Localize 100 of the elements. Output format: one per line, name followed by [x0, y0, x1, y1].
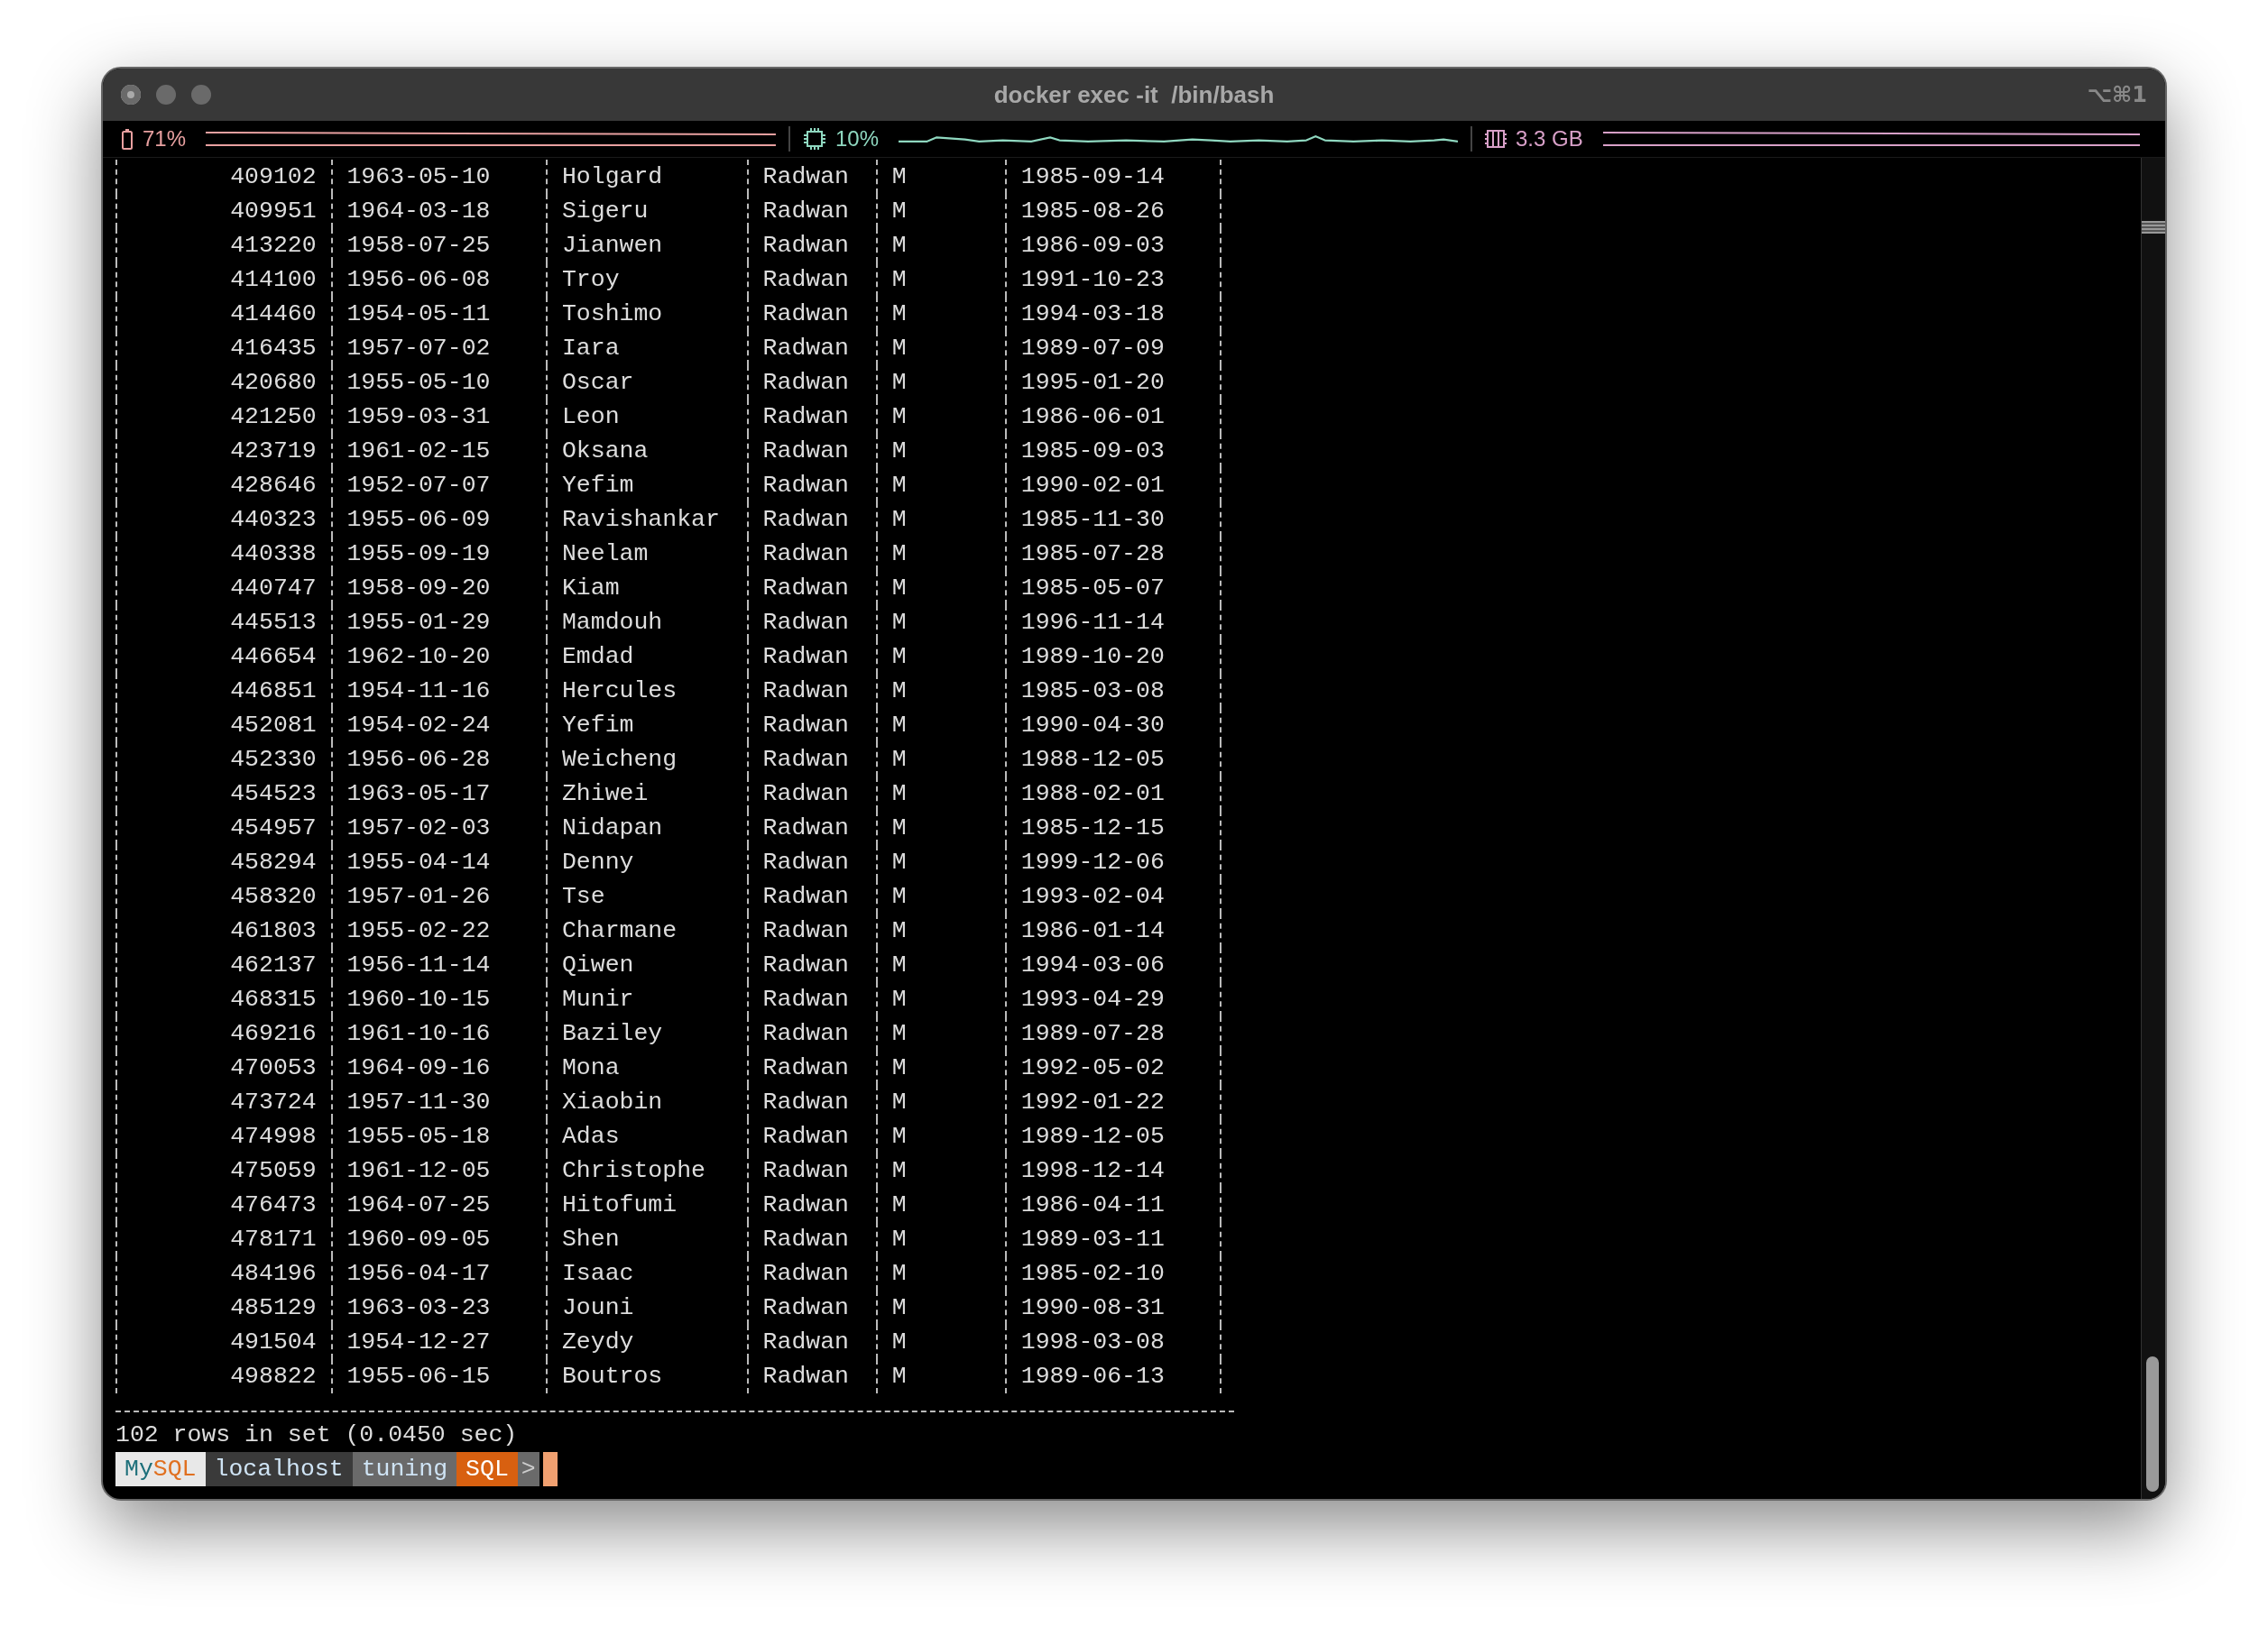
- table-cell: Hercules: [546, 674, 747, 708]
- table-cell: 1992-05-02: [1004, 1051, 1221, 1085]
- table-cell: 414100: [115, 262, 331, 297]
- table-cell: Shen: [546, 1222, 747, 1256]
- table-cell: 445513: [115, 605, 331, 639]
- table-cell: 1957-07-02: [330, 331, 547, 365]
- table-cell: Adas: [546, 1119, 747, 1153]
- table-cell: M: [875, 1359, 1005, 1393]
- table-cell: M: [875, 1051, 1005, 1085]
- table-cell: 1989-03-11: [1004, 1222, 1221, 1256]
- scroll-marker: [2142, 221, 2165, 234]
- table-cell: Oksana: [546, 434, 747, 468]
- table-cell: 428646: [115, 468, 331, 502]
- table-cell: Radwan: [746, 742, 876, 777]
- table-cell: Radwan: [746, 708, 876, 742]
- table-cell: 485129: [115, 1291, 331, 1325]
- table-cell: Weicheng: [546, 742, 747, 777]
- table-cell: 1985-05-07: [1004, 571, 1221, 605]
- host-label: localhost: [205, 1452, 353, 1486]
- table-cell: 1955-04-14: [330, 845, 547, 879]
- table-cell: 454523: [115, 777, 331, 811]
- table-cell: M: [875, 845, 1005, 879]
- table-cell: 1986-01-14: [1004, 914, 1221, 948]
- table-cell: 409951: [115, 194, 331, 228]
- table-cell: Radwan: [746, 262, 876, 297]
- table-cell: 1986-06-01: [1004, 400, 1221, 434]
- table-cell: M: [875, 914, 1005, 948]
- table-cell: Radwan: [746, 982, 876, 1016]
- table-cell: 452081: [115, 708, 331, 742]
- table-cell: 1963-03-23: [330, 1291, 547, 1325]
- table-cell: 1961-12-05: [330, 1153, 547, 1188]
- table-cell: 446654: [115, 639, 331, 674]
- table-cell: 1989-10-20: [1004, 639, 1221, 674]
- table-cell: Isaac: [546, 1256, 747, 1291]
- table-cell: 1993-04-29: [1004, 982, 1221, 1016]
- table-cell: Radwan: [746, 1359, 876, 1393]
- table-cell: 1959-03-31: [330, 400, 547, 434]
- table-cell: M: [875, 1188, 1005, 1222]
- table-cell: Yefim: [546, 468, 747, 502]
- table-cell: Munir: [546, 982, 747, 1016]
- table-cell: M: [875, 400, 1005, 434]
- table-cell: 1954-02-24: [330, 708, 547, 742]
- table-cell: 1956-04-17: [330, 1256, 547, 1291]
- text-cursor: [542, 1452, 558, 1486]
- scrollbar-thumb[interactable]: [2146, 1356, 2159, 1492]
- table-cell: 475059: [115, 1153, 331, 1188]
- table-cell: M: [875, 639, 1005, 674]
- schema-label: tuning: [352, 1452, 457, 1486]
- table-cell: Radwan: [746, 1291, 876, 1325]
- table-cell: 462137: [115, 948, 331, 982]
- table-cell: 1963-05-10: [330, 160, 547, 194]
- table-cell: M: [875, 1256, 1005, 1291]
- table-cell: 1961-10-16: [330, 1016, 547, 1051]
- table-cell: Radwan: [746, 228, 876, 262]
- table-cell: 1955-09-19: [330, 537, 547, 571]
- table-cell: Iara: [546, 331, 747, 365]
- table-cell: Oscar: [546, 365, 747, 400]
- table-cell: Radwan: [746, 1119, 876, 1153]
- table-cell: 1996-11-14: [1004, 605, 1221, 639]
- table-cell: M: [875, 948, 1005, 982]
- table-cell: Holgard: [546, 160, 747, 194]
- table-cell: 478171: [115, 1222, 331, 1256]
- table-cell: M: [875, 331, 1005, 365]
- table-cell: 491504: [115, 1325, 331, 1359]
- table-cell: 468315: [115, 982, 331, 1016]
- table-cell: 1989-07-09: [1004, 331, 1221, 365]
- table-cell: 420680: [115, 365, 331, 400]
- table-cell: 484196: [115, 1256, 331, 1291]
- table-cell: M: [875, 777, 1005, 811]
- table-cell: 1955-02-22: [330, 914, 547, 948]
- table-cell: 454957: [115, 811, 331, 845]
- table-cell: 421250: [115, 400, 331, 434]
- zoom-button[interactable]: [191, 85, 211, 105]
- table-cell: M: [875, 468, 1005, 502]
- table-cell: 1992-01-22: [1004, 1085, 1221, 1119]
- close-button[interactable]: [121, 85, 141, 105]
- table-cell: 440747: [115, 571, 331, 605]
- table-cell: 1990-08-31: [1004, 1291, 1221, 1325]
- table-cell: Radwan: [746, 845, 876, 879]
- table-cell: M: [875, 1016, 1005, 1051]
- table-cell: Jianwen: [546, 228, 747, 262]
- table-cell: 1985-09-14: [1004, 160, 1221, 194]
- table-cell: Ravishankar: [546, 502, 747, 537]
- table-cell: 1988-02-01: [1004, 777, 1221, 811]
- table-cell: 423719: [115, 434, 331, 468]
- table-cell: M: [875, 365, 1005, 400]
- table-cell: 1952-07-07: [330, 468, 547, 502]
- table-cell: Radwan: [746, 365, 876, 400]
- table-cell: Denny: [546, 845, 747, 879]
- table-cell: 1994-03-06: [1004, 948, 1221, 982]
- table-cell: 416435: [115, 331, 331, 365]
- table-cell: 1957-01-26: [330, 879, 547, 914]
- table-cell: Radwan: [746, 1222, 876, 1256]
- table-cell: M: [875, 1222, 1005, 1256]
- minimize-button[interactable]: [156, 85, 176, 105]
- table-cell: M: [875, 879, 1005, 914]
- table-cell: M: [875, 228, 1005, 262]
- table-cell: 1960-10-15: [330, 982, 547, 1016]
- table-cell: 1988-12-05: [1004, 742, 1221, 777]
- table-cell: M: [875, 982, 1005, 1016]
